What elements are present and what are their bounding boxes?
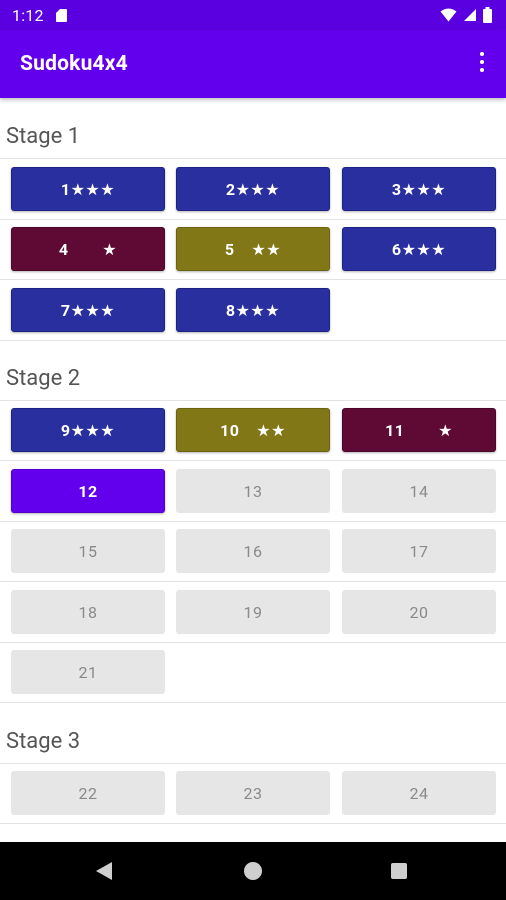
level-button-18[interactable]: 18 — [11, 590, 165, 634]
level-button-8[interactable]: 8★★★ — [176, 288, 330, 332]
level-button-15[interactable]: 15 — [11, 529, 165, 573]
sd-card-icon — [56, 9, 67, 22]
level-button-17[interactable]: 17 — [342, 529, 496, 573]
level-button-22[interactable]: 22 — [11, 771, 165, 815]
level-button-10[interactable]: 10 ★★ — [176, 408, 330, 452]
divider — [0, 763, 506, 764]
level-button-20[interactable]: 20 — [342, 590, 496, 634]
divider — [0, 823, 506, 824]
level-button-13[interactable]: 13 — [176, 469, 330, 513]
level-button-24[interactable]: 24 — [342, 771, 496, 815]
level-button-2[interactable]: 2★★★ — [176, 167, 330, 211]
level-button-4[interactable]: 4 ★ — [11, 227, 165, 271]
divider — [0, 581, 506, 582]
divider — [0, 400, 506, 401]
home-icon[interactable] — [244, 862, 262, 880]
overflow-menu-icon[interactable] — [476, 52, 488, 76]
level-button-12[interactable]: 12 — [11, 469, 165, 513]
stage-2-header: Stage 2 — [6, 366, 81, 391]
level-button-16[interactable]: 16 — [176, 529, 330, 573]
level-button-6[interactable]: 6★★★ — [342, 227, 496, 271]
level-button-14[interactable]: 14 — [342, 469, 496, 513]
level-button-5[interactable]: 5 ★★ — [176, 227, 330, 271]
app-title: Sudoku4x4 — [20, 52, 128, 76]
divider — [0, 219, 506, 220]
stage-3-header: Stage 3 — [6, 729, 81, 754]
divider — [0, 702, 506, 703]
navigation-bar — [0, 842, 506, 900]
level-button-11[interactable]: 11 ★ — [342, 408, 496, 452]
level-list[interactable]: Stage 1 1★★★ 2★★★ 3★★★ 4 ★ 5 ★★ 6★★★ 7★★… — [0, 98, 506, 842]
divider — [0, 642, 506, 643]
level-button-7[interactable]: 7★★★ — [11, 288, 165, 332]
divider — [0, 521, 506, 522]
app-bar: Sudoku4x4 — [0, 30, 506, 98]
divider — [0, 340, 506, 341]
status-icons — [440, 7, 492, 23]
divider — [0, 460, 506, 461]
signal-icon — [464, 9, 476, 21]
battery-icon — [483, 7, 492, 23]
status-time: 1:12 — [12, 6, 44, 25]
status-bar: 1:12 — [0, 0, 506, 30]
level-button-9[interactable]: 9★★★ — [11, 408, 165, 452]
recents-icon[interactable] — [391, 863, 407, 879]
wifi-icon — [440, 8, 457, 22]
level-button-1[interactable]: 1★★★ — [11, 167, 165, 211]
divider — [0, 158, 506, 159]
level-button-21[interactable]: 21 — [11, 650, 165, 694]
stage-1-header: Stage 1 — [6, 124, 81, 149]
level-button-3[interactable]: 3★★★ — [342, 167, 496, 211]
divider — [0, 279, 506, 280]
level-button-19[interactable]: 19 — [176, 590, 330, 634]
level-button-23[interactable]: 23 — [176, 771, 330, 815]
back-icon[interactable] — [96, 862, 112, 880]
